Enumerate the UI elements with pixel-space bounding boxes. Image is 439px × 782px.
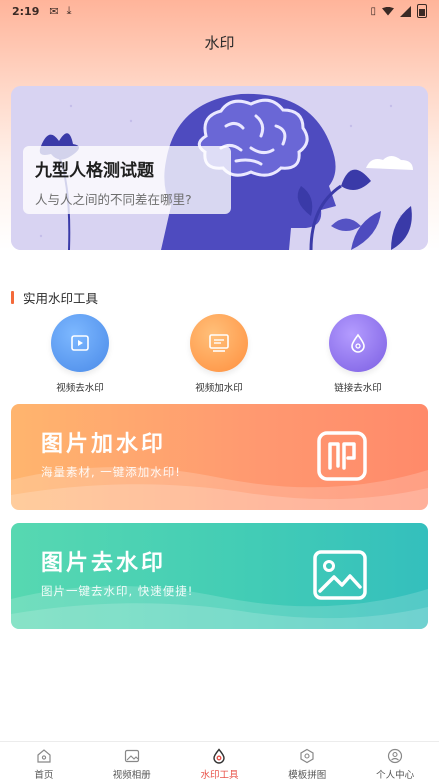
banner-title: 九型人格测试题 <box>35 161 154 181</box>
banner-subtitle: 人与人之间的不同差在哪里? <box>35 192 192 207</box>
tool-video-remove-watermark[interactable]: 视频去水印 <box>30 314 130 394</box>
nav-label: 模板拼图 <box>288 770 327 781</box>
vibrate-icon: ▯ <box>370 5 376 17</box>
nav-item-album[interactable]: 视频相册 <box>88 742 176 782</box>
watermark-icon <box>213 748 226 764</box>
banner-text-card: 九型人格测试题 人与人之间的不同差在哪里? <box>23 146 231 214</box>
nav-item-watermark[interactable]: 水印工具 <box>176 742 264 782</box>
promo-banner[interactable]: 九型人格测试题 人与人之间的不同差在哪里? <box>11 86 428 250</box>
battery-icon <box>417 4 427 18</box>
section-accent-bar <box>11 291 14 304</box>
tool-icon-circle <box>51 314 109 372</box>
tool-label: 链接去水印 <box>334 383 382 394</box>
home-icon <box>37 749 51 763</box>
card-subtitle: 图片一键去水印, 快速便捷! <box>41 584 194 598</box>
section-title: 实用水印工具 <box>23 291 99 306</box>
notification-icon: ✉ <box>49 4 59 18</box>
status-time: 2:19 <box>12 4 40 18</box>
nav-item-template[interactable]: 模板拼图 <box>263 742 351 782</box>
nav-label: 首页 <box>34 770 54 781</box>
signal-icon <box>400 5 411 17</box>
play-icon <box>71 335 89 351</box>
image-icon <box>313 550 367 600</box>
download-icon: ⤓ <box>66 4 72 17</box>
nav-label: 水印工具 <box>200 770 239 781</box>
status-bar: 2:19 ✉ ⤓ ▯ <box>0 0 439 22</box>
nav-item-profile[interactable]: 个人中心 <box>351 742 439 782</box>
image-remove-watermark-card[interactable]: 图片去水印 图片一键去水印, 快速便捷! <box>11 523 428 629</box>
tool-video-add-watermark[interactable]: 视频加水印 <box>169 314 269 394</box>
wifi-icon <box>382 6 394 16</box>
nav-label: 视频相册 <box>112 770 151 781</box>
card-title: 图片去水印 <box>41 551 167 576</box>
nav-item-home[interactable]: 首页 <box>0 742 88 782</box>
stamp-icon <box>317 431 367 481</box>
image-add-watermark-card[interactable]: 图片加水印 海量素材, 一键添加水印! <box>11 404 428 510</box>
card-subtitle: 海量素材, 一键添加水印! <box>41 465 181 479</box>
section-header: 实用水印工具 <box>11 288 98 307</box>
tool-label: 视频加水印 <box>195 383 243 394</box>
tool-icon-circle <box>190 314 248 372</box>
tool-icon-circle <box>329 314 387 372</box>
tool-link-remove-watermark[interactable]: 链接去水印 <box>308 314 408 394</box>
template-icon <box>300 748 314 764</box>
video-frame-icon <box>209 334 229 352</box>
bottom-navigation: 首页 视频相册 水印工具 模板拼图 个人中心 <box>0 741 439 782</box>
nav-label: 个人中心 <box>376 770 415 781</box>
water-drop-icon <box>351 333 365 353</box>
album-icon <box>124 749 139 763</box>
profile-icon <box>387 748 403 764</box>
card-title: 图片加水印 <box>41 432 167 457</box>
tool-label: 视频去水印 <box>56 383 104 394</box>
page-title: 水印 <box>204 34 235 52</box>
